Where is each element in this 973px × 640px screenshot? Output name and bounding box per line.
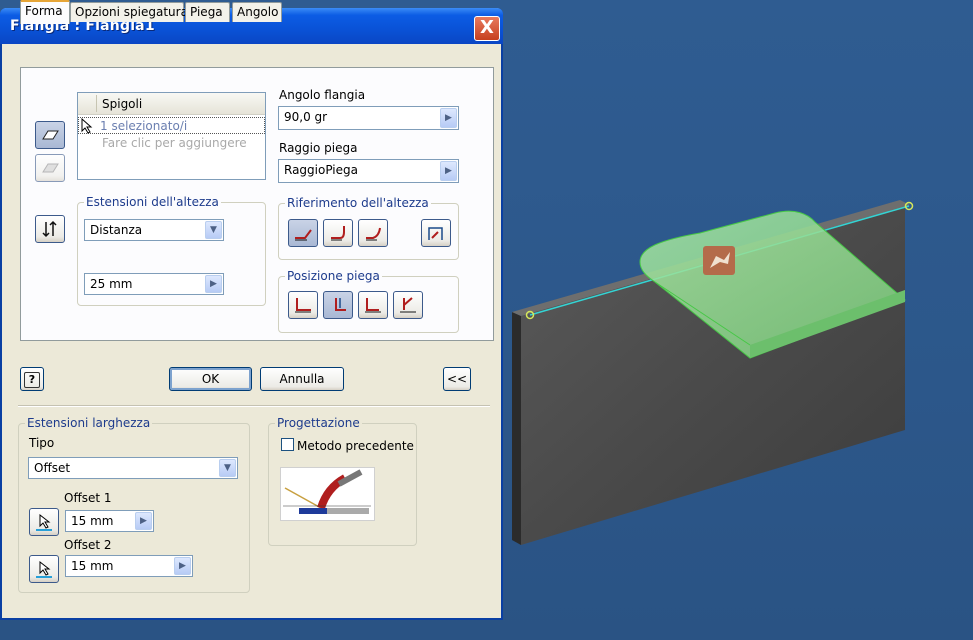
bend-preview-image bbox=[280, 467, 375, 521]
help-button[interactable]: ? bbox=[20, 367, 44, 391]
flange-angle-input[interactable]: 90,0 gr ▶ bbox=[278, 106, 459, 130]
offset2-label: Offset 2 bbox=[64, 538, 112, 552]
legacy-method-label: Metodo precedente bbox=[297, 439, 414, 453]
bend-diagram-icon bbox=[283, 469, 371, 514]
cancel-button[interactable]: Annulla bbox=[260, 367, 344, 391]
height-distance-input[interactable]: 25 mm ▶ bbox=[84, 273, 224, 295]
chevron-right-icon[interactable]: ▶ bbox=[440, 161, 457, 181]
width-type-select[interactable]: Offset ▼ bbox=[28, 457, 238, 479]
height-ref-inner-icon bbox=[331, 226, 345, 241]
edge-select-button[interactable] bbox=[35, 121, 65, 149]
chevron-down-icon[interactable]: ▼ bbox=[205, 221, 222, 239]
chevron-down-icon[interactable]: ▼ bbox=[219, 459, 236, 477]
height-ref-aligned-button[interactable] bbox=[421, 219, 451, 247]
chevron-right-icon[interactable]: ▶ bbox=[135, 512, 152, 530]
offset1-input[interactable]: 15 mm ▶ bbox=[65, 510, 154, 532]
edges-list[interactable]: Spigoli 1 selezionato/i Fare clic per ag… bbox=[77, 92, 266, 180]
tab-opzioni-spiegatura[interactable]: Opzioni spiegatura bbox=[70, 2, 188, 22]
edges-hint: Fare clic per aggiungere bbox=[102, 136, 247, 150]
bend-position-inside-button[interactable] bbox=[288, 291, 318, 319]
bend-position-outside-button[interactable] bbox=[358, 291, 388, 319]
cursor-arrow-icon bbox=[81, 118, 93, 134]
list-item[interactable]: 1 selezionato/i bbox=[78, 117, 265, 134]
height-ref-inner-button[interactable] bbox=[323, 219, 353, 247]
legacy-method-checkbox[interactable] bbox=[281, 438, 294, 451]
edges-list-header: Spigoli bbox=[78, 93, 265, 115]
offset1-select-button[interactable] bbox=[29, 508, 59, 536]
width-type-label: Tipo bbox=[29, 436, 55, 450]
close-icon: X bbox=[480, 17, 494, 38]
contour-select-icon bbox=[42, 163, 59, 173]
close-button[interactable]: X bbox=[474, 16, 500, 41]
bend-outside-icon bbox=[365, 298, 381, 313]
tab-forma[interactable]: Forma bbox=[20, 0, 70, 24]
plate-side-face bbox=[512, 312, 521, 545]
bend-position-from-face-button[interactable] bbox=[323, 291, 353, 319]
offset2-input[interactable]: 15 mm ▶ bbox=[65, 555, 193, 577]
flange-angle-label: Angolo flangia bbox=[279, 88, 366, 102]
flip-direction-button[interactable] bbox=[35, 215, 65, 243]
pointer-icon bbox=[36, 513, 52, 531]
bend-from-face-icon bbox=[335, 298, 346, 311]
collapse-button[interactable]: << bbox=[443, 367, 471, 391]
flip-arrows-icon bbox=[42, 220, 57, 238]
bend-tangent-icon bbox=[400, 297, 416, 313]
ok-button[interactable]: OK bbox=[169, 367, 252, 391]
offset1-label: Offset 1 bbox=[64, 491, 112, 505]
height-ref-tangent-icon bbox=[366, 227, 381, 241]
offset2-select-button[interactable] bbox=[29, 555, 59, 583]
pointer-icon bbox=[36, 560, 52, 578]
bend-position-tangent-button[interactable] bbox=[393, 291, 423, 319]
height-ref-tangent-button[interactable] bbox=[358, 219, 388, 247]
height-ref-outer-icon bbox=[295, 229, 312, 241]
bend-inside-icon bbox=[295, 298, 311, 313]
height-extent-type-select[interactable]: Distanza ▼ bbox=[84, 219, 224, 241]
help-icon: ? bbox=[24, 372, 40, 388]
tab-piega[interactable]: Piega bbox=[185, 2, 230, 22]
edge-select-icon bbox=[42, 130, 59, 140]
chevron-right-icon[interactable]: ▶ bbox=[205, 275, 222, 293]
divider bbox=[18, 405, 490, 407]
chevron-right-icon[interactable]: ▶ bbox=[174, 557, 191, 575]
bend-radius-input[interactable]: RaggioPiega ▶ bbox=[278, 159, 459, 183]
height-ref-aligned-icon bbox=[428, 227, 443, 240]
height-ref-outer-button[interactable] bbox=[288, 219, 318, 247]
tab-angolo[interactable]: Angolo bbox=[232, 2, 282, 22]
contour-select-button[interactable] bbox=[35, 154, 65, 182]
bend-radius-label: Raggio piega bbox=[279, 141, 358, 155]
chevron-right-icon[interactable]: ▶ bbox=[440, 108, 457, 128]
